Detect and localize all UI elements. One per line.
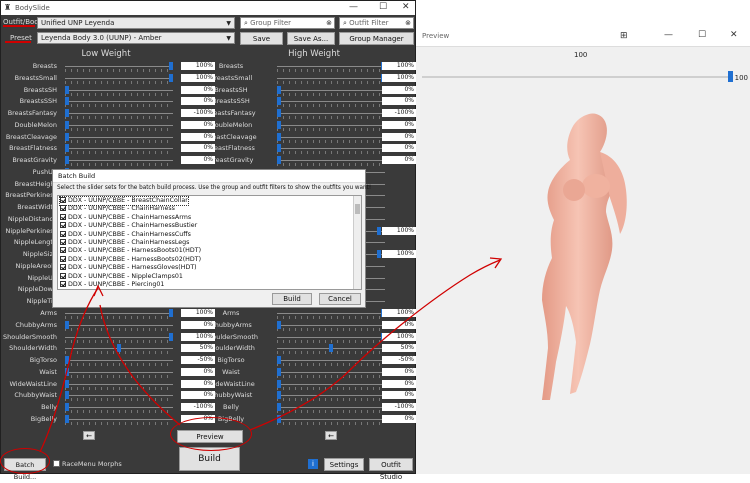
annotation-arrow-preview-window: [249, 259, 501, 431]
annotation-arrow-preview-list: [99, 304, 181, 426]
annotation-arrow-batch: [39, 287, 99, 453]
annotation-arrows: [39, 257, 503, 453]
annotation-arrowhead-batch: [93, 284, 104, 297]
